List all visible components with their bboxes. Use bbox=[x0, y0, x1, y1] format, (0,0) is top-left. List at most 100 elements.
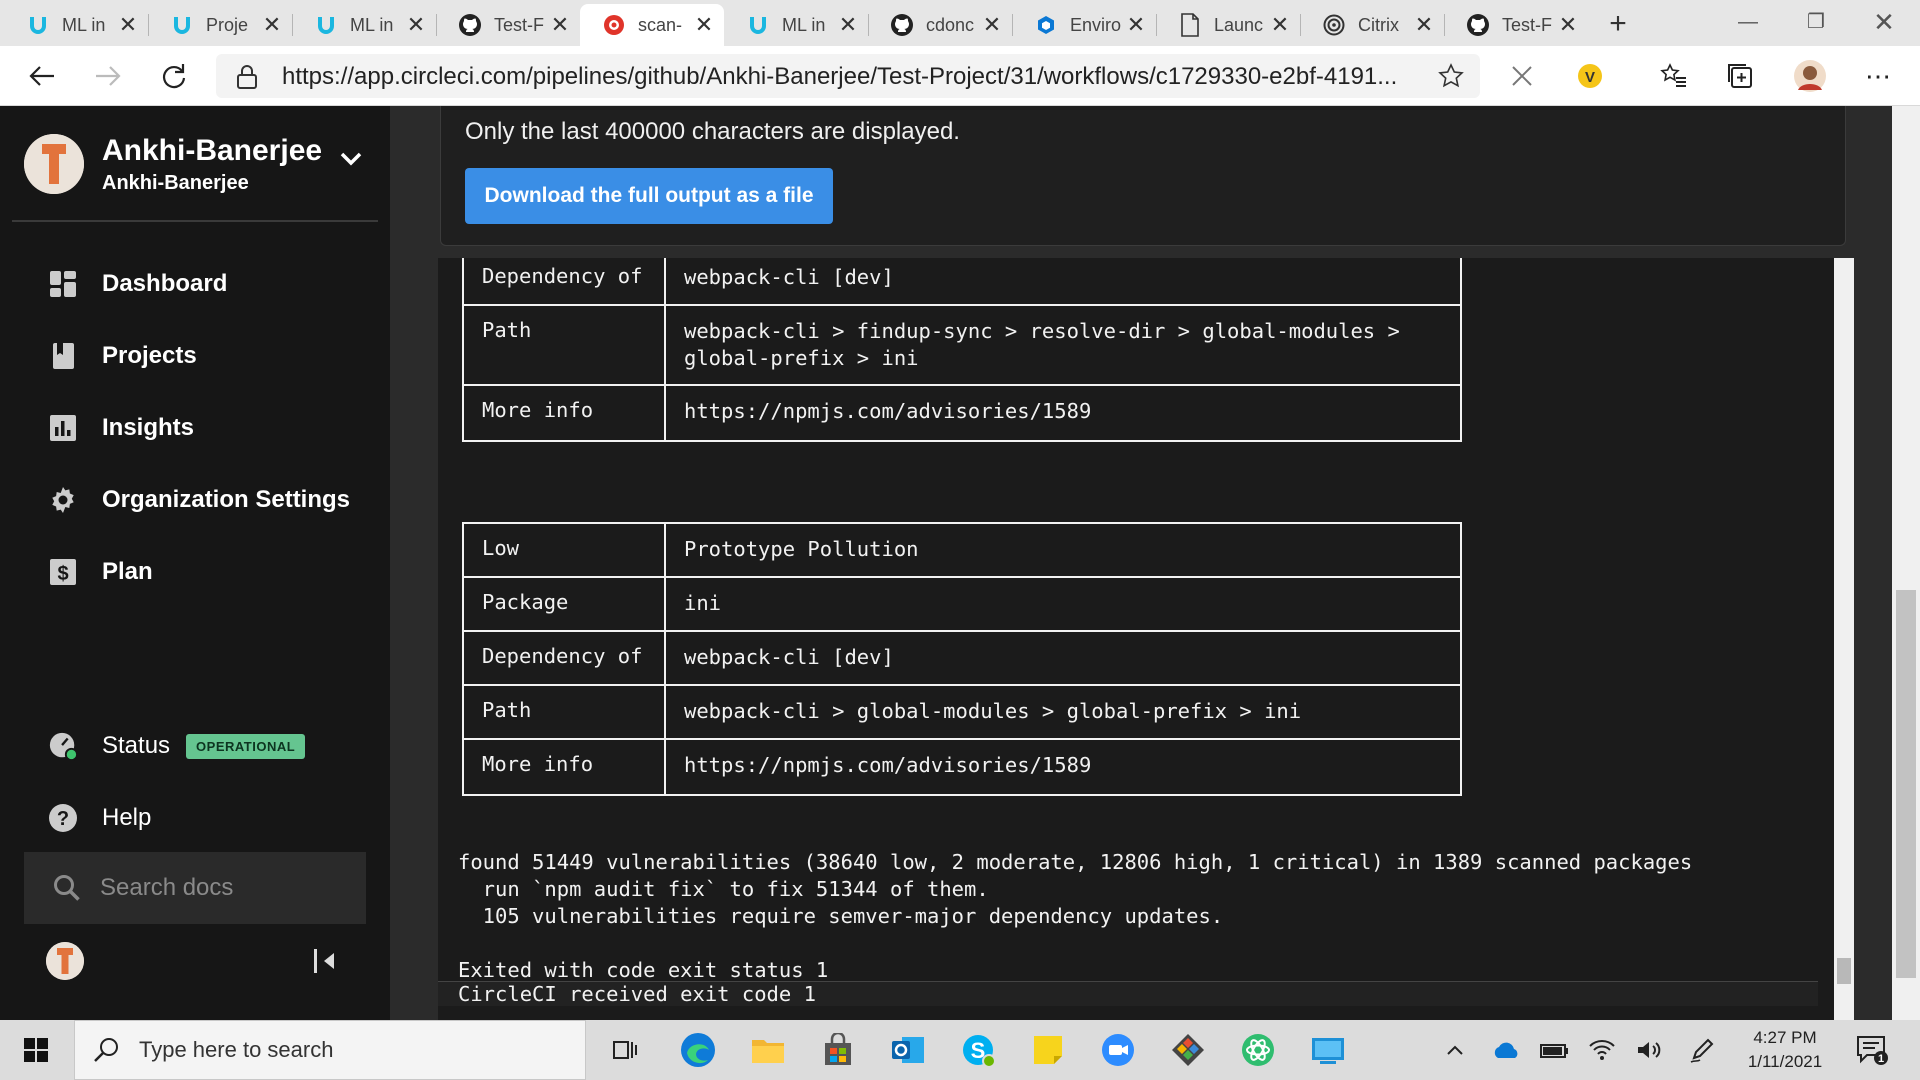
udacity-icon bbox=[26, 13, 50, 37]
sidebar-item-label: Organization Settings bbox=[102, 486, 351, 513]
minimize-button[interactable]: — bbox=[1714, 0, 1782, 46]
wifi-icon[interactable] bbox=[1584, 1030, 1620, 1070]
tab-separator bbox=[1156, 14, 1157, 36]
search-docs-placeholder: Search docs bbox=[100, 874, 234, 901]
page-scroll-thumb[interactable] bbox=[1896, 590, 1916, 978]
page-scrollbar[interactable] bbox=[1892, 106, 1920, 1020]
skype-icon[interactable]: S bbox=[958, 1030, 998, 1070]
table-value: webpack-cli [dev] bbox=[684, 265, 894, 289]
sidebar-item-organization-settings[interactable]: Organization Settings bbox=[48, 480, 350, 520]
onedrive-icon[interactable] bbox=[1488, 1030, 1524, 1070]
sidebar-item-status[interactable]: Status OPERATIONAL bbox=[48, 726, 306, 766]
address-bar[interactable]: https://app.circleci.com/pipelines/githu… bbox=[216, 54, 1480, 98]
browser-tab[interactable]: ML in ✕ bbox=[4, 4, 148, 46]
edge-browser-icon[interactable] bbox=[678, 1030, 718, 1070]
back-arrow-icon bbox=[29, 66, 54, 86]
main-content: Only the last 400000 characters are disp… bbox=[390, 106, 1920, 1020]
pen-workspace-icon[interactable] bbox=[1684, 1030, 1720, 1070]
sidebar-item-help[interactable]: ? Help bbox=[48, 798, 151, 838]
microsoft-store-icon[interactable] bbox=[818, 1030, 858, 1070]
tab-close-icon[interactable]: ✕ bbox=[262, 12, 282, 38]
tab-separator bbox=[1012, 14, 1013, 36]
refresh-button[interactable] bbox=[154, 56, 194, 96]
browser-tab[interactable]: ML in ✕ bbox=[292, 4, 436, 46]
user-avatar[interactable] bbox=[46, 942, 84, 980]
org-switcher[interactable]: Ankhi-Banerjee Ankhi-Banerjee bbox=[24, 130, 384, 200]
tab-title: cdonc bbox=[926, 14, 975, 35]
browser-tab[interactable]: ML in ✕ bbox=[724, 4, 868, 46]
chevron-up-icon[interactable] bbox=[1440, 1030, 1470, 1070]
table-key: More info bbox=[482, 752, 594, 776]
taskbar-search-placeholder: Type here to search bbox=[139, 1037, 334, 1062]
extension-x-icon[interactable] bbox=[1502, 56, 1542, 96]
tab-close-icon[interactable]: ✕ bbox=[838, 12, 858, 38]
table-key: Low bbox=[482, 536, 520, 560]
profile-avatar[interactable] bbox=[1790, 56, 1830, 96]
favorite-star-icon[interactable] bbox=[1438, 63, 1464, 89]
browser-tab[interactable]: Test-F ✕ bbox=[1444, 4, 1588, 46]
favorites-icon[interactable] bbox=[1654, 56, 1694, 96]
tab-close-icon[interactable]: ✕ bbox=[982, 12, 1002, 38]
new-tab-button[interactable]: + bbox=[1600, 6, 1636, 42]
browser-tab[interactable]: Test-F ✕ bbox=[436, 4, 580, 46]
tab-close-icon[interactable]: ✕ bbox=[1270, 12, 1290, 38]
notification-center-icon[interactable]: 1 bbox=[1852, 1030, 1892, 1070]
more-menu-icon[interactable]: ⋯ bbox=[1858, 56, 1898, 96]
tab-close-icon[interactable]: ✕ bbox=[550, 12, 570, 38]
taskbar-search-box[interactable]: Type here to search bbox=[74, 1020, 586, 1080]
back-button[interactable] bbox=[22, 56, 62, 96]
tab-close-icon[interactable]: ✕ bbox=[1414, 12, 1434, 38]
sidebar-item-insights[interactable]: Insights bbox=[48, 408, 194, 448]
terminal-scrollbar[interactable] bbox=[1834, 258, 1854, 1020]
remote-desktop-icon[interactable] bbox=[1308, 1030, 1348, 1070]
chevron-down-icon[interactable] bbox=[336, 144, 366, 174]
search-docs-input[interactable]: Search docs bbox=[24, 852, 366, 924]
terminal-scroll-thumb[interactable] bbox=[1837, 958, 1851, 984]
udacity-icon bbox=[170, 13, 194, 37]
browser-tab[interactable]: Enviro ✕ bbox=[1012, 4, 1156, 46]
refresh-icon bbox=[162, 64, 186, 89]
download-output-button[interactable]: Download the full output as a file bbox=[465, 168, 833, 224]
browser-tab[interactable]: Citrix ✕ bbox=[1300, 4, 1444, 46]
table-value: webpack-cli > global-modules > global-pr… bbox=[684, 699, 1302, 723]
tab-close-icon[interactable]: ✕ bbox=[406, 12, 426, 38]
audit-summary-line: 105 vulnerabilities require semver-major… bbox=[458, 904, 1224, 928]
org-subtitle: Ankhi-Banerjee bbox=[102, 172, 249, 194]
git-app-icon[interactable] bbox=[1168, 1030, 1208, 1070]
browser-tab[interactable]: scan- ✕ bbox=[580, 4, 724, 46]
tab-close-icon[interactable]: ✕ bbox=[1558, 12, 1578, 38]
sidebar-item-label: Help bbox=[102, 804, 152, 831]
udacity-icon bbox=[314, 13, 338, 37]
browser-tab[interactable]: cdonc ✕ bbox=[868, 4, 1012, 46]
start-button[interactable] bbox=[16, 1030, 56, 1070]
system-clock[interactable]: 4:27 PM 1/11/2021 bbox=[1730, 1026, 1840, 1074]
github-icon bbox=[890, 13, 914, 37]
browser-tab-strip: ML in ✕ Proje ✕ ML in ✕ Test-F ✕ scan- ✕ ML in ✕ cdo… bbox=[0, 0, 1920, 46]
restore-button[interactable]: ❐ bbox=[1782, 0, 1850, 46]
sidebar-item-projects[interactable]: Projects bbox=[48, 336, 197, 376]
sticky-notes-icon[interactable] bbox=[1028, 1030, 1068, 1070]
extension-v-icon[interactable]: V bbox=[1570, 56, 1610, 96]
tab-close-icon[interactable]: ✕ bbox=[1126, 12, 1146, 38]
browser-tab[interactable]: Proje ✕ bbox=[148, 4, 292, 46]
browser-tab[interactable]: Launc ✕ bbox=[1156, 4, 1300, 46]
atom-app-icon[interactable] bbox=[1238, 1030, 1278, 1070]
udacity-icon bbox=[746, 13, 770, 37]
zoom-icon[interactable] bbox=[1098, 1030, 1138, 1070]
file-explorer-icon[interactable] bbox=[748, 1030, 788, 1070]
battery-icon[interactable] bbox=[1536, 1030, 1572, 1070]
forward-button[interactable] bbox=[88, 56, 128, 96]
close-window-button[interactable]: ✕ bbox=[1850, 0, 1918, 46]
outlook-icon[interactable] bbox=[888, 1030, 928, 1070]
tab-close-icon[interactable]: ✕ bbox=[118, 12, 138, 38]
tab-title: Test-F bbox=[494, 14, 545, 35]
audit-summary-line: found 51449 vulnerabilities (38640 low, … bbox=[458, 850, 1693, 874]
task-view-icon[interactable] bbox=[604, 1030, 644, 1070]
sidebar-item-dashboard[interactable]: Dashboard bbox=[48, 264, 227, 304]
sidebar-item-plan[interactable]: $ Plan bbox=[48, 552, 153, 592]
collections-icon[interactable] bbox=[1720, 56, 1760, 96]
table-row: Path webpack-cli > global-modules > glob… bbox=[464, 686, 1460, 740]
collapse-sidebar-icon[interactable] bbox=[312, 946, 338, 976]
volume-icon[interactable] bbox=[1632, 1030, 1668, 1070]
tab-close-icon[interactable]: ✕ bbox=[694, 12, 714, 38]
